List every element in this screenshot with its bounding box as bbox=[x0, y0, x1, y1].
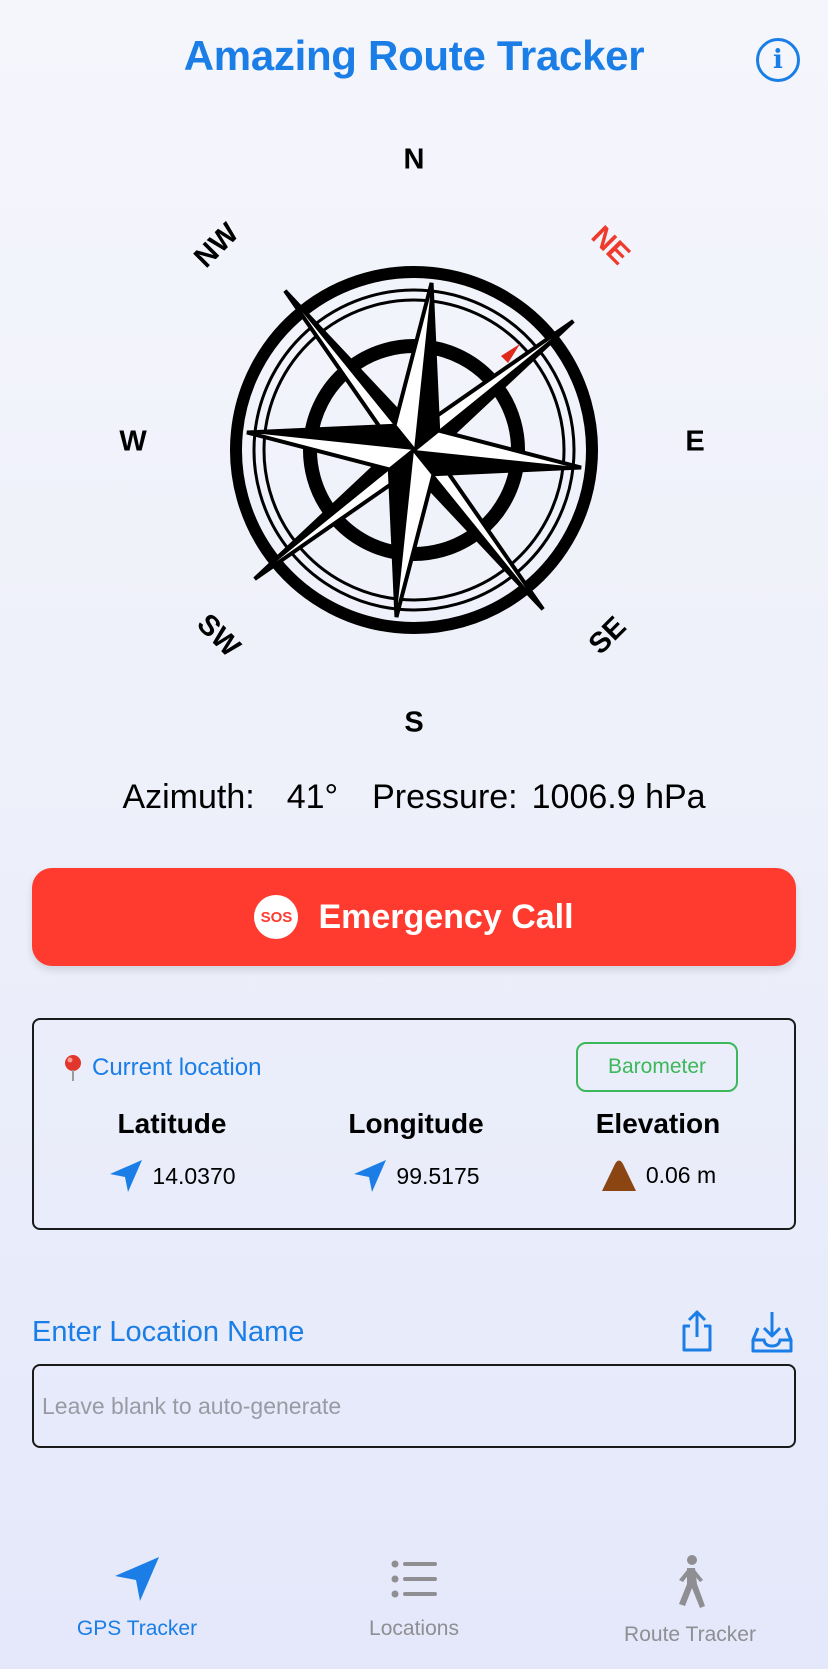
longitude-column: Longitude 99.5175 bbox=[296, 1108, 536, 1194]
tab-route-tracker[interactable]: Route Tracker bbox=[590, 1554, 790, 1647]
info-icon: i bbox=[773, 45, 783, 75]
direction-n: N bbox=[403, 143, 425, 176]
mountain-icon bbox=[601, 1160, 636, 1191]
direction-s: S bbox=[404, 706, 424, 739]
latitude-column: Latitude 14.0370 bbox=[52, 1108, 292, 1194]
pressure-label: Pressure: bbox=[372, 778, 518, 816]
current-location-heading: Current location bbox=[62, 1054, 261, 1082]
location-arrow-icon bbox=[115, 1557, 159, 1601]
walking-person-icon bbox=[679, 1555, 705, 1608]
app-title: Amazing Route Tracker bbox=[183, 32, 645, 79]
tab-gps-tracker-label: GPS Tracker bbox=[76, 1617, 198, 1640]
tab-locations-label: Locations bbox=[369, 1617, 459, 1640]
elevation-label: Elevation bbox=[595, 1108, 721, 1139]
current-location-label: Current location bbox=[92, 1054, 262, 1081]
pin-icon bbox=[65, 1055, 81, 1081]
emergency-call-label: Emergency Call bbox=[318, 897, 574, 936]
compass-rose-icon bbox=[230, 266, 598, 634]
latitude-value: 14.0370 bbox=[152, 1162, 236, 1189]
download-tray-icon[interactable] bbox=[750, 1310, 794, 1354]
longitude-value: 99.5175 bbox=[396, 1162, 480, 1189]
list-icon bbox=[391, 1560, 437, 1598]
info-button[interactable]: i bbox=[756, 38, 800, 82]
share-icon[interactable] bbox=[678, 1310, 716, 1354]
longitude-label: Longitude bbox=[348, 1108, 484, 1139]
direction-w: W bbox=[119, 425, 147, 458]
direction-e: E bbox=[685, 425, 705, 458]
location-arrow-icon bbox=[110, 1160, 143, 1192]
location-arrow-icon bbox=[354, 1160, 387, 1192]
location-name-input[interactable] bbox=[32, 1364, 796, 1448]
elevation-value: 0.06 m bbox=[645, 1161, 717, 1188]
location-card: Current location Barometer Latitude 14.0… bbox=[32, 1018, 796, 1230]
barometer-button[interactable]: Barometer bbox=[576, 1042, 738, 1092]
tab-locations[interactable]: Locations bbox=[314, 1554, 514, 1641]
location-name-label: Enter Location Name bbox=[32, 1316, 305, 1348]
latitude-label: Latitude bbox=[117, 1108, 227, 1139]
compass: N NE E SE S SW W NW bbox=[0, 130, 828, 750]
tab-route-tracker-label: Route Tracker bbox=[624, 1623, 756, 1646]
tab-bar: GPS Tracker Locations Route Tracker bbox=[0, 1540, 828, 1669]
pressure-value: 1006.9 hPa bbox=[531, 778, 706, 816]
azimuth-label: Azimuth: bbox=[122, 778, 255, 816]
sos-icon: SOS bbox=[254, 895, 299, 939]
elevation-column: Elevation 0.06 m bbox=[538, 1108, 778, 1192]
tab-gps-tracker[interactable]: GPS Tracker bbox=[37, 1554, 237, 1641]
azimuth-value: 41° bbox=[286, 778, 339, 816]
sensor-readouts: Azimuth: 41° Pressure: 1006.9 hPa bbox=[0, 778, 828, 817]
emergency-call-button[interactable]: SOS Emergency Call bbox=[32, 868, 796, 966]
